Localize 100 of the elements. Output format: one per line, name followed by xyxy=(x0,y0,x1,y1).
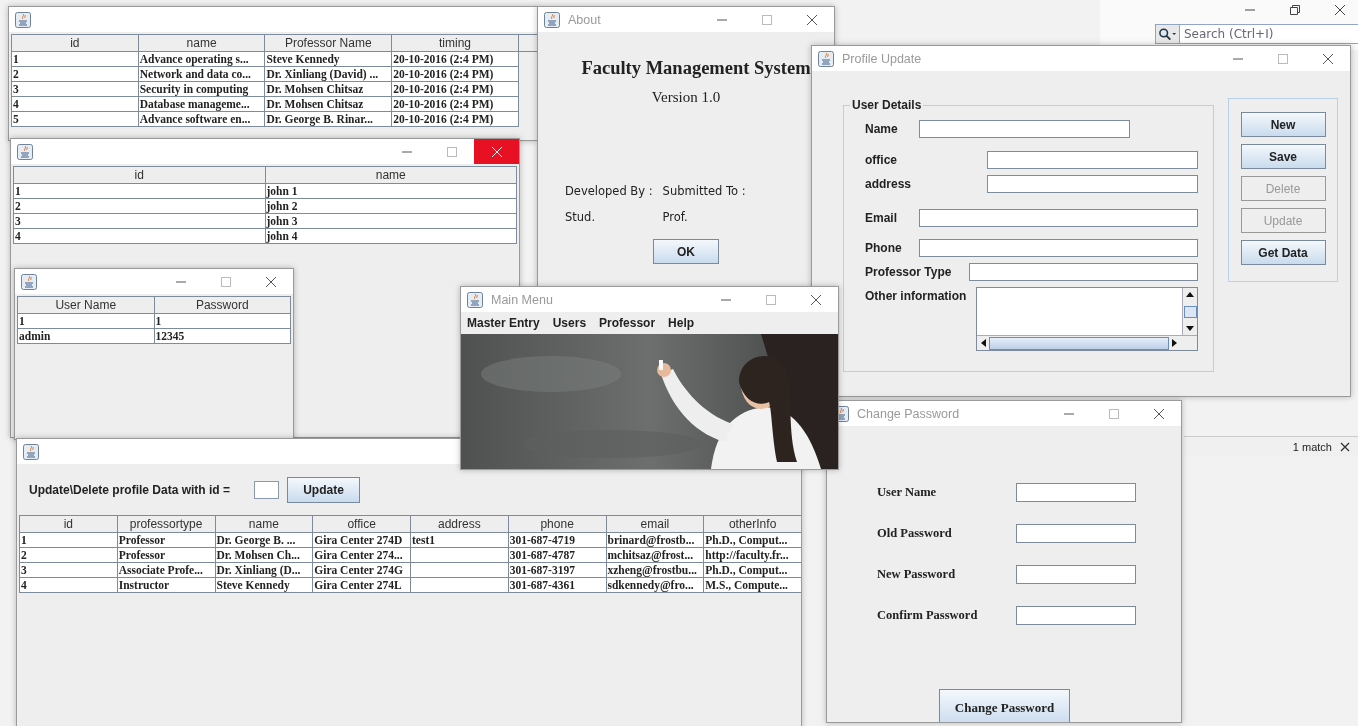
table-cell: brinard@frostb... xyxy=(606,532,704,548)
credit-value: Stud. xyxy=(565,210,597,224)
table-cell: Ph.D., Comput... xyxy=(703,532,801,548)
table-cell: john 1 xyxy=(265,183,517,199)
table-cell: Dr. George B. ... xyxy=(215,532,313,548)
table-cell: 1 xyxy=(11,51,139,67)
table-cell: Dr. Xinliang (D... xyxy=(215,562,313,578)
column-header[interactable]: id xyxy=(11,34,139,52)
table-cell: 301-687-3197 xyxy=(508,562,606,578)
table-cell: 3 xyxy=(11,81,139,97)
table-cell: 4 xyxy=(19,577,118,593)
column-header[interactable]: professortype xyxy=(117,515,215,533)
table-cell: Advance operating s... xyxy=(138,51,265,67)
action-button[interactable]: Get Data xyxy=(1240,240,1326,265)
table-cell: Database manageme... xyxy=(138,96,265,112)
column-header[interactable]: email xyxy=(606,515,704,533)
column-header[interactable]: name xyxy=(138,34,265,52)
column-header[interactable]: name xyxy=(265,166,517,184)
ok-button[interactable]: OK xyxy=(653,239,719,264)
menu-item[interactable]: Users xyxy=(552,316,587,334)
match-count: 1 match xyxy=(1292,440,1332,453)
field-label: Name xyxy=(865,121,899,138)
table-cell: Ph.D., Comput... xyxy=(703,562,801,578)
column-header[interactable]: address xyxy=(410,515,509,533)
table-cell: john 3 xyxy=(265,213,517,229)
column-header[interactable]: phone xyxy=(508,515,606,533)
table-cell: Steve Kennedy xyxy=(215,577,313,593)
table-cell: Advance software en... xyxy=(138,111,265,127)
table-cell: Professor xyxy=(117,532,215,548)
column-header[interactable]: Password xyxy=(154,296,291,314)
table-cell: 20-10-2016 (2:4 PM) xyxy=(391,51,519,67)
table-cell: Instructor xyxy=(117,577,215,593)
menu-item[interactable]: Master Entry xyxy=(467,316,540,334)
table-cell: 20-10-2016 (2:4 PM) xyxy=(391,96,519,112)
table-cell: Steve Kennedy xyxy=(264,51,392,67)
table-cell: 1 xyxy=(19,532,118,548)
menu-item[interactable]: Professor xyxy=(599,316,656,334)
update-button[interactable]: Update xyxy=(287,477,361,503)
field-label: User Name xyxy=(877,485,938,500)
table-cell: john 4 xyxy=(265,228,517,244)
menu-item[interactable]: Help xyxy=(668,316,695,334)
table-cell: Gira Center 274... xyxy=(312,547,411,563)
table-cell: Dr. Mohsen Chitsaz xyxy=(264,96,392,112)
credit-label: Developed By : xyxy=(565,184,653,198)
table-cell: 2 xyxy=(19,547,118,563)
table-cell: Dr. Xinliang (David) ... xyxy=(264,66,392,82)
field-label: Old Password xyxy=(877,526,953,541)
table-cell: Security in computing xyxy=(138,81,265,97)
table-cell: test1 xyxy=(410,532,509,548)
column-header[interactable]: id xyxy=(19,515,118,533)
window-title: Main Menu xyxy=(491,292,553,307)
column-header[interactable]: id xyxy=(13,166,265,184)
table-cell: Associate Profe... xyxy=(117,562,215,578)
table-cell: 301-687-4719 xyxy=(508,532,606,548)
search-field[interactable]: Search (Ctrl+I) xyxy=(1179,24,1358,44)
table-cell: 5 xyxy=(11,111,139,127)
table-cell: 12345 xyxy=(154,328,291,344)
field-label: address xyxy=(865,176,913,193)
column-header[interactable]: timing xyxy=(391,34,519,52)
column-header[interactable]: User Name xyxy=(17,296,154,314)
table-cell: 4 xyxy=(13,228,265,244)
table-cell: 20-10-2016 (2:4 PM) xyxy=(391,81,519,97)
table-cell: Dr. George B. Rinar... xyxy=(264,111,392,127)
credit-value: Prof. xyxy=(662,210,689,224)
column-header[interactable]: otherInfo xyxy=(703,515,801,533)
table-cell: Gira Center 274G xyxy=(312,562,411,578)
field-label: office xyxy=(865,152,898,169)
change-password-button[interactable]: Change Password xyxy=(939,689,1070,722)
table-cell: 301-687-4787 xyxy=(508,547,606,563)
group-title: User Details xyxy=(851,98,923,112)
action-button[interactable]: New xyxy=(1240,112,1326,137)
table-cell: Gira Center 274D xyxy=(312,532,411,548)
table-cell: mchitsaz@frost... xyxy=(606,547,704,563)
table-cell: admin xyxy=(17,328,154,344)
field-label: Confirm Password xyxy=(877,608,979,623)
field-label: New Password xyxy=(877,567,957,582)
table-cell: Dr. Mohsen Ch... xyxy=(215,547,313,563)
column-header[interactable]: office xyxy=(312,515,411,533)
table-cell: 1 xyxy=(13,183,265,199)
table-cell: 3 xyxy=(19,562,118,578)
table-cell: 4 xyxy=(11,96,139,112)
table-cell: Gira Center 274L xyxy=(312,577,411,593)
table-cell: Dr. Mohsen Chitsaz xyxy=(264,81,392,97)
table-cell: john 2 xyxy=(265,198,517,214)
window-title: Profile Update xyxy=(842,51,922,66)
table-cell: Network and data co... xyxy=(138,66,265,82)
window-title: Change Password xyxy=(857,406,960,421)
action-button[interactable]: Save xyxy=(1240,144,1326,169)
table-cell: Professor xyxy=(117,547,215,563)
table-cell: 2 xyxy=(13,198,265,214)
version-text: Version 1.0 xyxy=(651,89,721,106)
table-cell: sdkennedy@fro... xyxy=(606,577,704,593)
column-header[interactable]: name xyxy=(215,515,313,533)
window-title: About xyxy=(568,12,601,27)
table-cell: 1 xyxy=(17,313,154,329)
table-cell: 20-10-2016 (2:4 PM) xyxy=(391,66,519,82)
field-label: Phone xyxy=(865,240,903,257)
column-header[interactable]: Professor Name xyxy=(264,34,392,52)
field-label: Professor Type xyxy=(865,264,953,281)
table-cell: 301-687-4361 xyxy=(508,577,606,593)
